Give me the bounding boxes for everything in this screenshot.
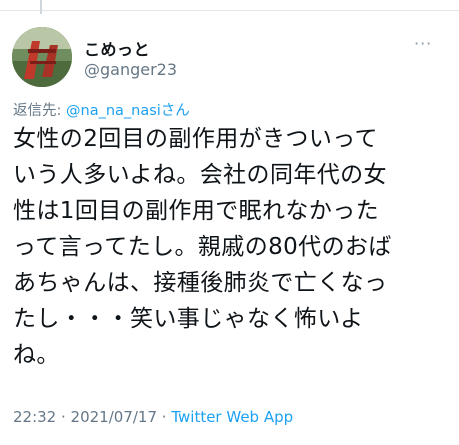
meta-separator: · <box>56 408 71 426</box>
tweet-line: あちゃんは、接種後肺炎で亡くなっ <box>13 270 388 296</box>
tweet-date[interactable]: 2021/07/17 <box>71 408 157 426</box>
tweet-text: 女性の2回目の副作用がきついって いう人多いよね。会社の同年代の女 性は1回目の… <box>13 121 453 373</box>
tweet-meta: 22:32 · 2021/07/17 · Twitter Web App <box>13 408 293 426</box>
reply-to-label: 返信先: <box>13 103 66 119</box>
more-options-icon[interactable]: ··· <box>414 34 432 53</box>
avatar[interactable] <box>12 27 72 87</box>
tweet-line: たし・・・笑い事じゃなく怖いよ <box>13 306 364 332</box>
tweet-line: ね。 <box>13 342 60 368</box>
reply-to-line: 返信先: @na_na_nasiさん <box>13 99 190 120</box>
top-divider <box>0 0 459 11</box>
thread-line <box>40 0 42 14</box>
tweet-line: って言ってたし。親戚の80代のおば <box>13 234 392 260</box>
reply-mention-link[interactable]: @na_na_nasiさん <box>66 103 190 119</box>
tweet-time[interactable]: 22:32 <box>13 408 56 426</box>
user-handle[interactable]: @ganger23 <box>84 60 177 79</box>
display-name[interactable]: こめっと <box>84 36 150 60</box>
source-app-link[interactable]: Twitter Web App <box>171 408 293 426</box>
meta-separator: · <box>157 408 172 426</box>
tweet-line: いう人多いよね。会社の同年代の女 <box>13 162 387 188</box>
avatar-photo-icon <box>12 27 72 87</box>
tweet-line: 女性の2回目の副作用がきついって <box>13 126 378 152</box>
tweet-line: 性は1回目の副作用で眠れなかった <box>13 198 380 224</box>
